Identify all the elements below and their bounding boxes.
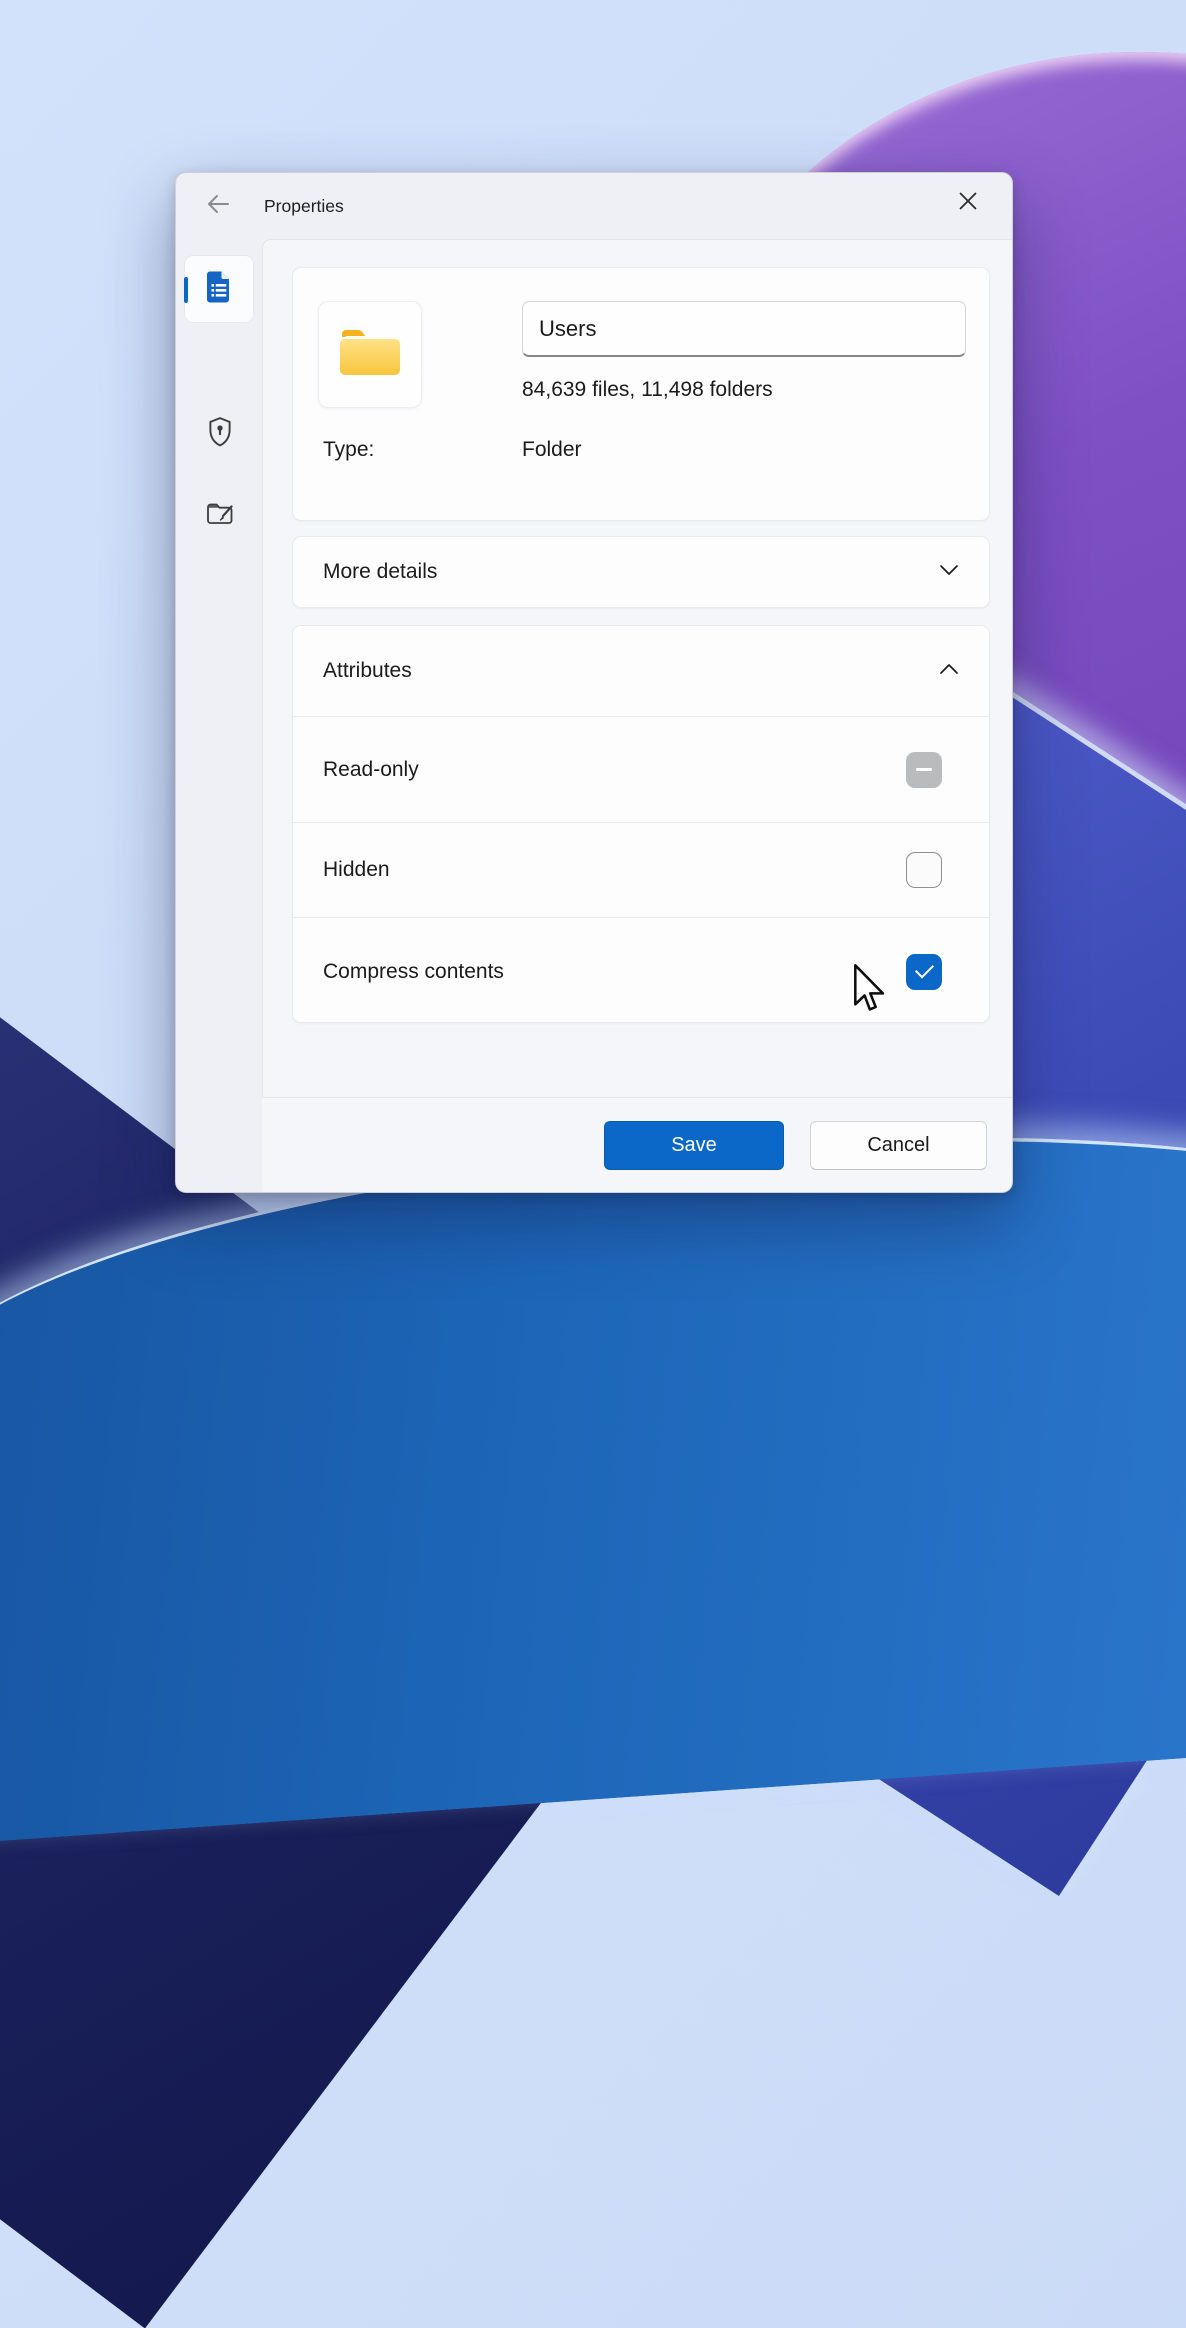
sidebar-item-customize[interactable]: [197, 492, 243, 538]
selected-indicator: [184, 277, 188, 303]
folder-edit-icon: [204, 499, 236, 532]
type-label: Type:: [323, 438, 374, 462]
close-button[interactable]: [952, 187, 984, 219]
hidden-checkbox[interactable]: [906, 852, 942, 888]
mouse-cursor: [852, 963, 888, 1020]
shield-icon: [206, 416, 234, 453]
attributes-expander[interactable]: Attributes: [293, 626, 989, 716]
folder-icon: [336, 324, 404, 385]
save-button[interactable]: Save: [604, 1121, 784, 1170]
read-only-checkbox[interactable]: [906, 752, 942, 788]
back-arrow-icon: [203, 189, 233, 224]
dialog-title: Properties: [264, 196, 344, 217]
general-info-card: 84,639 files, 11,498 folders Type: Folde…: [292, 267, 990, 521]
attribute-row-read-only: Read-only: [293, 716, 989, 822]
sidebar-item-security[interactable]: [197, 411, 243, 457]
chevron-down-icon: [939, 563, 959, 581]
more-details-expander[interactable]: More details: [292, 536, 990, 608]
compress-label: Compress contents: [323, 960, 504, 984]
hidden-label: Hidden: [323, 858, 390, 882]
checkbox-unchecked-icon: [906, 852, 942, 888]
attribute-row-hidden: Hidden: [293, 822, 989, 917]
chevron-up-icon: [939, 662, 959, 680]
sidebar: [176, 239, 262, 1192]
sidebar-item-details[interactable]: [184, 255, 254, 323]
document-icon: [205, 271, 233, 308]
title-bar: Properties: [176, 173, 1012, 239]
properties-dialog: Properties: [175, 172, 1013, 1193]
checkbox-indeterminate-icon: [906, 752, 942, 788]
close-icon: [956, 189, 980, 218]
checkbox-checked-icon: [906, 954, 942, 990]
contents-summary: 84,639 files, 11,498 folders: [522, 378, 773, 402]
type-value: Folder: [522, 438, 582, 462]
content-panel: 84,639 files, 11,498 folders Type: Folde…: [262, 239, 1012, 1097]
back-button[interactable]: [202, 190, 234, 222]
footer-bar: Save Cancel: [262, 1097, 1012, 1192]
folder-name-input[interactable]: [522, 301, 966, 357]
compress-checkbox[interactable]: [906, 954, 942, 990]
cancel-button[interactable]: Cancel: [810, 1121, 987, 1170]
more-details-label: More details: [323, 560, 437, 584]
attributes-label: Attributes: [323, 659, 412, 683]
folder-thumbnail: [318, 301, 422, 408]
read-only-label: Read-only: [323, 758, 419, 782]
